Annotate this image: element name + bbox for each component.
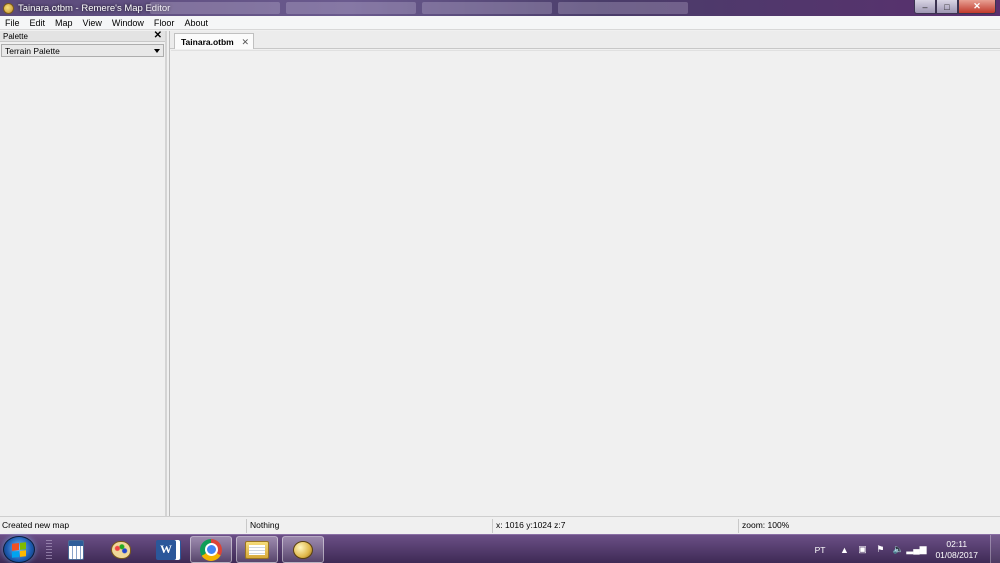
clock[interactable]: 02:11 01/08/2017 — [935, 539, 978, 561]
show-hidden-icons-icon[interactable]: ▲ — [839, 545, 849, 555]
menu-about[interactable]: About — [179, 16, 213, 30]
taskbar: W PT ▲ ▣ ⚑ 🔈 ▂▄▆ 02:11 01/08/2017 — [0, 534, 1000, 563]
language-indicator[interactable]: PT — [815, 545, 826, 555]
maximize-button[interactable]: □ — [936, 0, 958, 14]
map-editor-app-icon — [3, 2, 14, 14]
tab-tainara-otbm[interactable]: Tainara.otbm ✕ — [174, 33, 254, 49]
menu-file[interactable]: File — [0, 16, 25, 30]
chevron-down-icon — [154, 48, 160, 53]
status-divider — [738, 519, 739, 533]
taskbar-file-explorer-button[interactable] — [236, 536, 278, 563]
palette-panel: Palette ✕ Terrain Palette — [0, 31, 167, 516]
paint-icon — [111, 540, 131, 559]
status-coordinates: x: 1016 y:1024 z:7 — [496, 520, 566, 530]
minimize-button[interactable]: – — [914, 0, 936, 14]
tab-close-icon[interactable]: ✕ — [241, 37, 249, 48]
taskbar-calculator-button[interactable] — [55, 536, 97, 563]
palette-select-value: Terrain Palette — [5, 45, 60, 56]
close-button[interactable]: ✕ — [958, 0, 996, 14]
status-divider — [492, 519, 493, 533]
calculator-icon — [68, 539, 84, 560]
action-center-flag-icon[interactable]: ⚑ — [875, 544, 885, 555]
palette-title: Palette — [3, 31, 28, 41]
status-divider — [246, 519, 247, 533]
taskbar-map-editor-button[interactable] — [282, 536, 324, 563]
tab-label: Tainara.otbm — [181, 36, 234, 47]
status-selection: Nothing — [250, 520, 280, 530]
map-editor-icon — [293, 540, 313, 559]
menu-floor[interactable]: Floor — [149, 16, 180, 30]
window-controls: – □ ✕ — [914, 0, 996, 14]
system-tray: PT ▲ ▣ ⚑ 🔈 ▂▄▆ 02:11 01/08/2017 — [815, 535, 1000, 563]
status-message: Created new map — [2, 520, 70, 530]
menu-map[interactable]: Map — [50, 16, 78, 30]
palette-content[interactable] — [0, 61, 165, 516]
file-explorer-icon — [245, 540, 269, 559]
palette-type-select[interactable]: Terrain Palette — [1, 44, 164, 57]
palette-header: Palette ✕ — [0, 31, 165, 42]
chrome-icon — [200, 538, 222, 561]
network-device-icon[interactable]: ▣ — [857, 544, 867, 555]
volume-icon[interactable]: 🔈 — [893, 544, 904, 555]
taskbar-chrome-button[interactable] — [190, 536, 232, 563]
window-title: Tainara.otbm - Remere's Map Editor — [18, 2, 171, 14]
menu-edit[interactable]: Edit — [25, 16, 51, 30]
background-windows — [150, 2, 688, 14]
clock-time: 02:11 — [946, 538, 968, 549]
show-desktop-button[interactable] — [990, 535, 1000, 563]
taskbar-grip — [46, 540, 52, 560]
palette-close-icon[interactable]: ✕ — [154, 31, 162, 41]
taskbar-word-button[interactable]: W — [145, 536, 187, 563]
clock-date: 01/08/2017 — [935, 549, 978, 560]
title-bar[interactable]: Tainara.otbm - Remere's Map Editor – □ ✕ — [0, 0, 1000, 16]
menu-bar: File Edit Map View Window Floor About — [0, 16, 1000, 30]
map-canvas[interactable] — [171, 50, 1000, 516]
start-button[interactable] — [3, 536, 35, 563]
menu-view[interactable]: View — [78, 16, 107, 30]
windows-logo-icon — [12, 541, 26, 558]
status-zoom: zoom: 100% — [742, 520, 790, 530]
menu-window[interactable]: Window — [107, 16, 149, 30]
status-bar: Created new map Nothing x: 1016 y:1024 z… — [0, 516, 1000, 534]
word-icon: W — [156, 539, 176, 560]
taskbar-paint-button[interactable] — [100, 536, 142, 563]
editor-tab-strip: Tainara.otbm ✕ — [170, 31, 1000, 49]
editor-area: Tainara.otbm ✕ — [169, 31, 1000, 516]
signal-strength-icon[interactable]: ▂▄▆ — [906, 544, 926, 555]
